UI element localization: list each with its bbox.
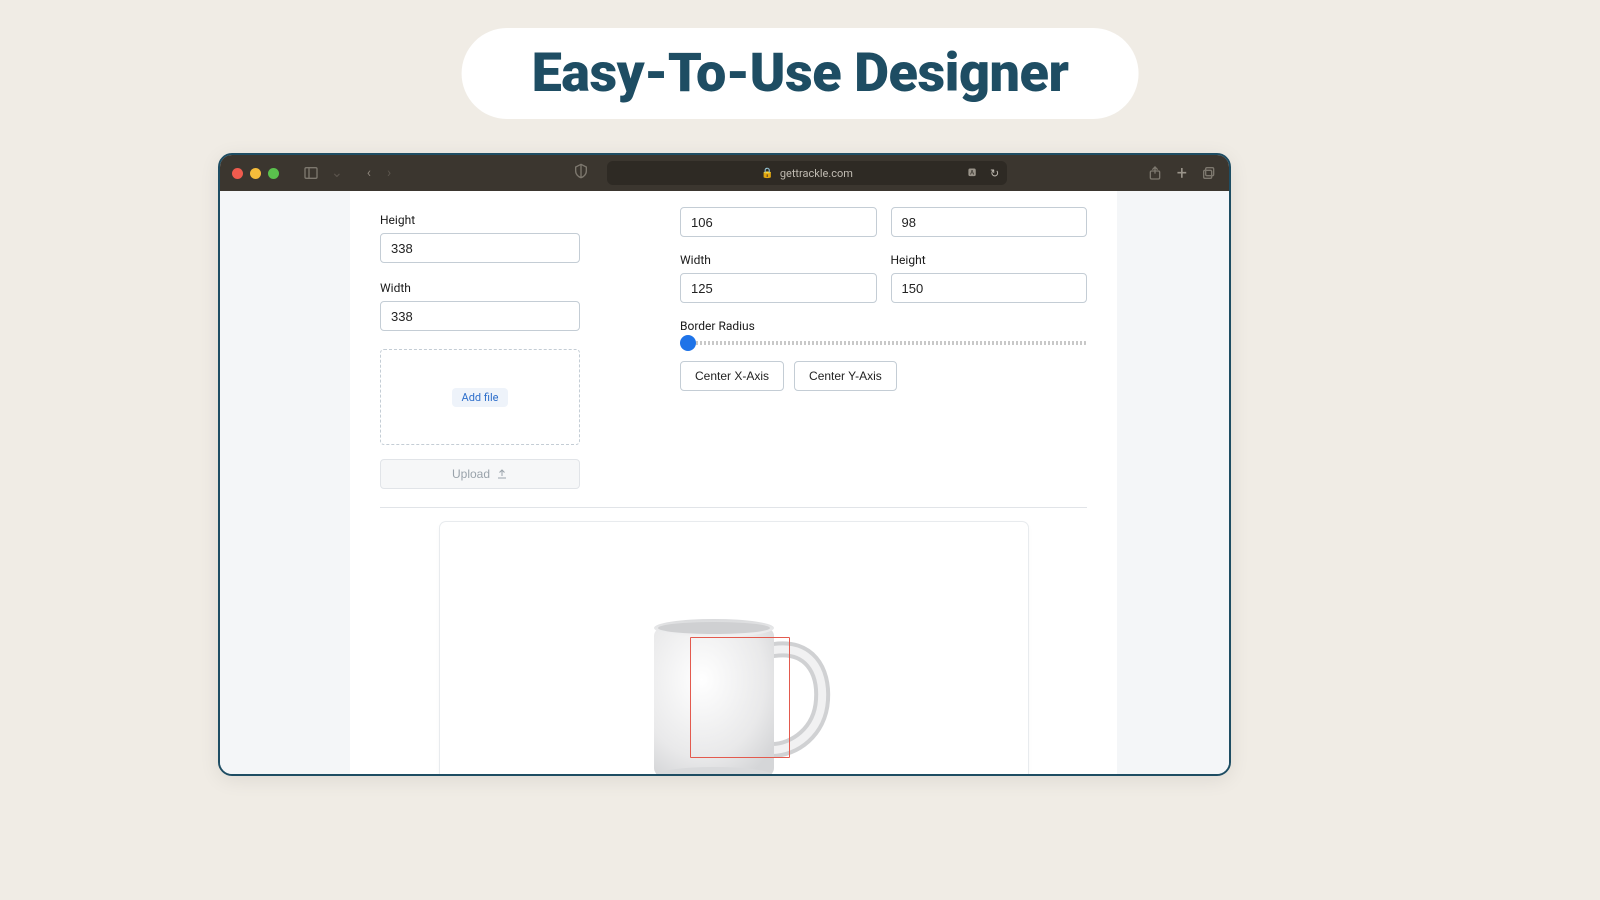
shield-icon[interactable] [573,163,589,179]
plus-icon[interactable]: + [1177,163,1187,184]
print-area-rect[interactable] [690,637,790,758]
upload-icon [496,468,508,480]
position-x-input[interactable] [680,207,877,237]
page-content: Height Width Add file Upload [220,191,1229,774]
share-icon[interactable] [1147,165,1163,181]
close-window-icon[interactable] [232,168,243,179]
back-chevron-icon[interactable]: ‹ [363,165,375,181]
file-dropzone[interactable]: Add file [380,349,580,445]
traffic-lights [232,168,279,179]
area-height-label: Height [891,253,1088,267]
svg-text:🅰: 🅰 [968,167,976,177]
browser-titlebar: ⌄ ‹ › 🔒 gettrackle.com 🅰 ↻ + [220,155,1229,191]
product-canvas[interactable] [440,522,1028,774]
center-x-button[interactable]: Center X-Axis [680,361,784,391]
image-height-input[interactable] [380,233,580,263]
chevron-down-icon[interactable]: ⌄ [327,165,347,181]
upload-button[interactable]: Upload [380,459,580,489]
border-radius-slider[interactable] [680,341,1087,345]
refresh-icon[interactable]: ↻ [990,167,999,180]
left-column: Height Width Add file Upload [380,207,580,489]
upload-button-label: Upload [452,467,490,481]
area-width-input[interactable] [680,273,877,303]
hero-pill: Easy-To-Use Designer [462,28,1139,119]
forward-chevron-icon[interactable]: › [383,165,395,181]
address-bar[interactable]: 🔒 gettrackle.com 🅰 ↻ [607,161,1007,185]
area-width-label: Width [680,253,877,267]
height-label: Height [380,213,580,227]
add-file-button[interactable]: Add file [452,388,509,407]
minimize-window-icon[interactable] [250,168,261,179]
width-label: Width [380,281,580,295]
translate-icon[interactable]: 🅰 [968,166,982,180]
tabs-icon[interactable] [1201,165,1217,181]
border-radius-label: Border Radius [680,319,1087,333]
hero-title: Easy-To-Use Designer [532,42,1069,105]
center-y-button[interactable]: Center Y-Axis [794,361,897,391]
position-y-input[interactable] [891,207,1088,237]
image-width-input[interactable] [380,301,580,331]
lock-icon: 🔒 [761,168,773,179]
section-divider [380,507,1087,508]
sidebar-toggle-icon[interactable] [303,165,319,181]
url-text: gettrackle.com [780,167,853,180]
maximize-window-icon[interactable] [268,168,279,179]
slider-thumb[interactable] [680,335,696,351]
area-height-input[interactable] [891,273,1088,303]
designer-panel: Height Width Add file Upload [350,191,1117,774]
browser-window: ⌄ ‹ › 🔒 gettrackle.com 🅰 ↻ + [218,153,1231,776]
right-column: Width Height Border Radius Center X-Ax [680,207,1087,489]
